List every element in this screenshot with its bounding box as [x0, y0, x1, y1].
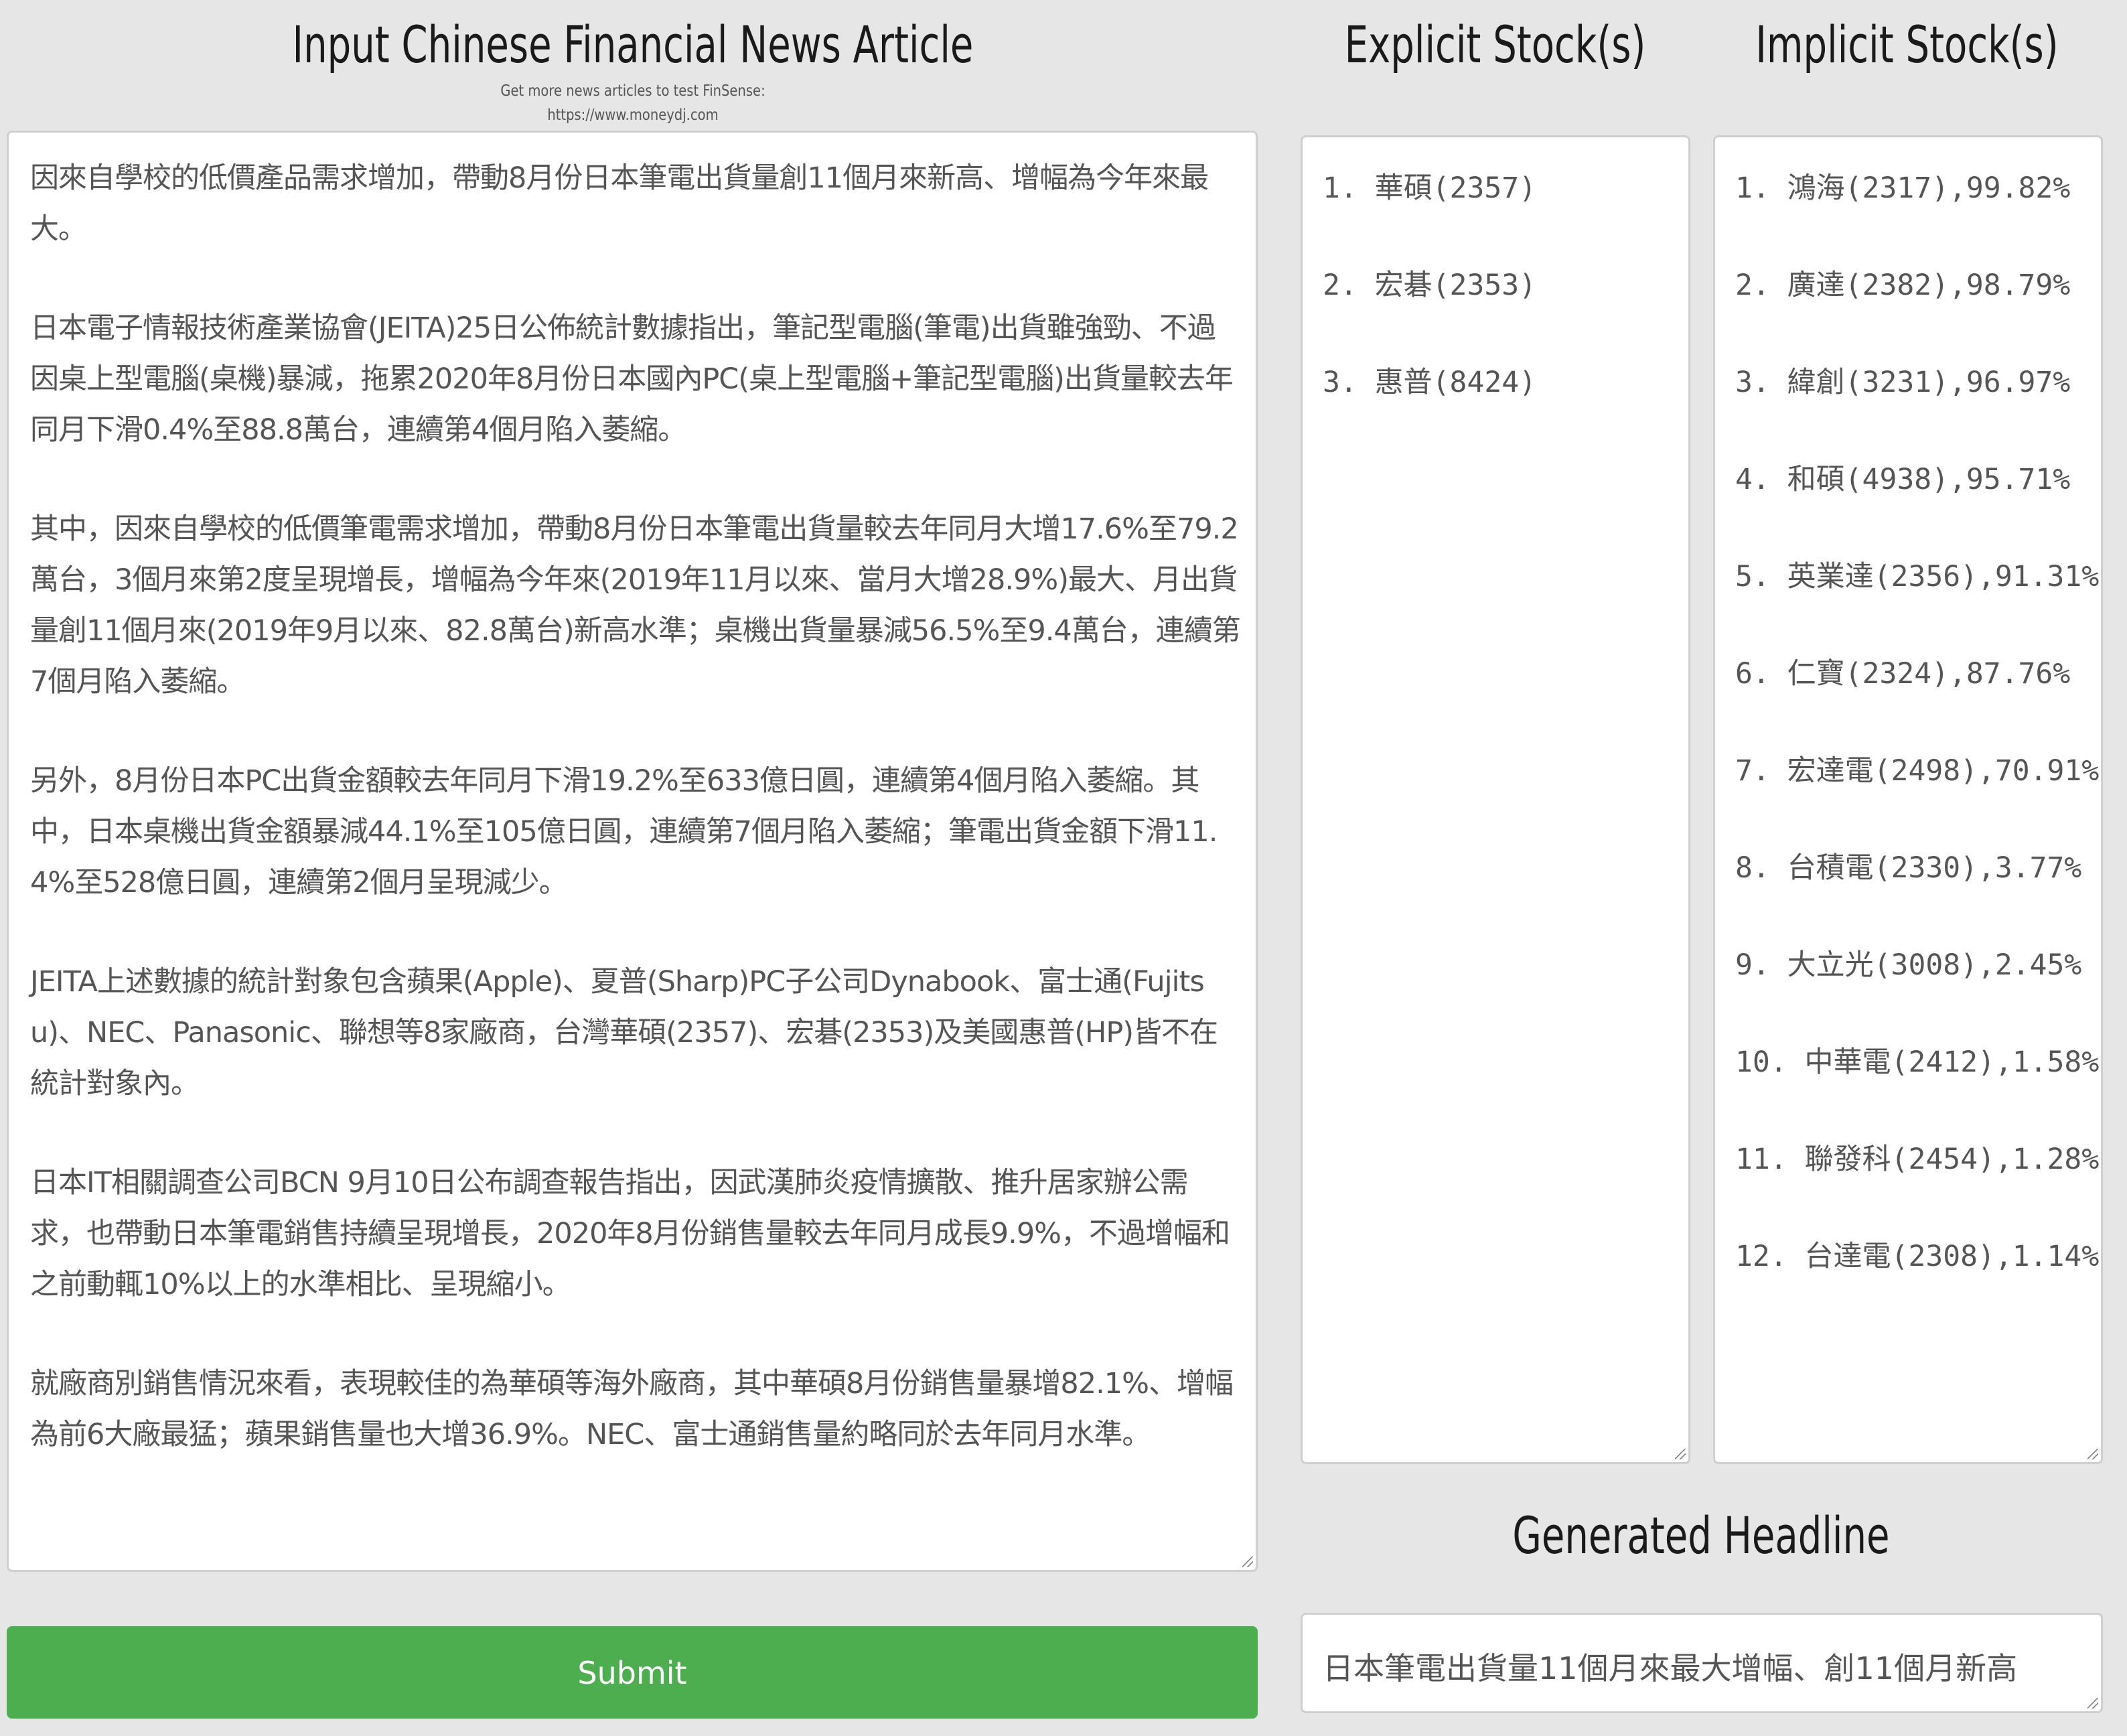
explicit-stocks-heading: Explicit Stock(s) [1344, 15, 1646, 74]
implicit-stock-item: 1. 鴻海(2317),99.82% [1735, 171, 2071, 205]
article-paragraph: 日本電子情報技術產業協會(JEITA)25日公佈統計數據指出，筆記型電腦(筆電)… [30, 311, 1234, 447]
implicit-stock-item: 3. 緯創(3231),96.97% [1735, 366, 2071, 399]
implicit-stocks-heading: Implicit Stock(s) [1755, 15, 2059, 74]
submit-button[interactable]: Submit [7, 1626, 1258, 1719]
resize-handle-icon[interactable] [2087, 1449, 2098, 1459]
resize-handle-icon[interactable] [1675, 1449, 1686, 1459]
explicit-stock-item: 2. 宏碁(2353) [1323, 269, 1536, 302]
explicit-stocks-textarea[interactable]: 1. 華碩(2357) 2. 宏碁(2353) 3. 惠普(8424) [1301, 135, 1690, 1464]
article-text: 因來自學校的低價產品需求增加，帶動8月份日本筆電出貨量創11個月來新高、增幅為今… [30, 153, 1242, 1508]
article-paragraph: 另外，8月份日本PC出貨金額較去年同月下滑19.2%至633億日圓，連續第4個月… [30, 764, 1218, 899]
implicit-stocks-list: 1. 鴻海(2317),99.82% 2. 廣達(2382),98.79% 3. 緯… [1735, 164, 2099, 1329]
article-paragraph: 其中，因來自學校的低價筆電需求增加，帶動8月份日本筆電出貨量較去年同月大增17.… [30, 512, 1241, 699]
news-source-note: Get more news articles to test FinSense: [500, 82, 765, 100]
generated-headline-heading: Generated Headline [1512, 1506, 1890, 1565]
article-paragraph: JEITA上述數據的統計對象包含蘋果(Apple)、夏普(Sharp)PC子公司… [30, 965, 1218, 1100]
article-paragraph: 日本IT相關調查公司BCN 9月10日公布調查報告指出，因武漢肺炎疫情擴散、推升… [30, 1166, 1230, 1301]
input-article-heading: Input Chinese Financial News Article [292, 15, 974, 74]
implicit-stock-item: 8. 台積電(2330),3.77% [1735, 851, 2082, 885]
article-paragraph: 就廠商別銷售情況來看，表現較佳的為華碩等海外廠商，其中華碩8月份銷售量暴增82.… [30, 1367, 1234, 1451]
implicit-stock-item: 6. 仁寶(2324),87.76% [1735, 657, 2071, 691]
implicit-stock-item: 10. 中華電(2412),1.58% [1735, 1045, 2100, 1079]
article-paragraph: 因來自學校的低價產品需求增加，帶動8月份日本筆電出貨量創11個月來新高、增幅為今… [30, 161, 1209, 246]
implicit-stock-item: 11. 聯發科(2454),1.28% [1735, 1143, 2100, 1176]
implicit-stock-item: 2. 廣達(2382),98.79% [1735, 269, 2071, 302]
implicit-stock-item: 12. 台達電(2308),1.14% [1735, 1240, 2100, 1273]
generated-headline-textarea[interactable]: 日本筆電出貨量11個月來最大增幅、創11個月新高 [1301, 1613, 2103, 1713]
implicit-stock-item: 7. 宏達電(2498),70.91% [1735, 754, 2100, 788]
implicit-stock-item: 5. 英業達(2356),91.31% [1735, 560, 2100, 593]
resize-handle-icon[interactable] [1242, 1557, 1253, 1567]
explicit-stock-item: 3. 惠普(8424) [1323, 366, 1536, 399]
generated-headline-text: 日本筆電出貨量11個月來最大增幅、創11個月新高 [1323, 1650, 2018, 1686]
implicit-stocks-textarea[interactable]: 1. 鴻海(2317),99.82% 2. 廣達(2382),98.79% 3. 緯… [1713, 135, 2103, 1464]
resize-handle-icon[interactable] [2087, 1698, 2098, 1709]
article-textarea[interactable]: 因來自學校的低價產品需求增加，帶動8月份日本筆電出貨量創11個月來新高、增幅為今… [7, 131, 1258, 1572]
explicit-stock-item: 1. 華碩(2357) [1323, 171, 1536, 205]
implicit-stock-item: 4. 和碩(4938),95.71% [1735, 463, 2071, 496]
news-source-link[interactable]: https://www.moneydj.com [100, 104, 1165, 126]
explicit-stocks-list: 1. 華碩(2357) 2. 宏碁(2353) 3. 惠普(8424) [1323, 164, 1536, 455]
implicit-stock-item: 9. 大立光(3008),2.45% [1735, 948, 2082, 982]
